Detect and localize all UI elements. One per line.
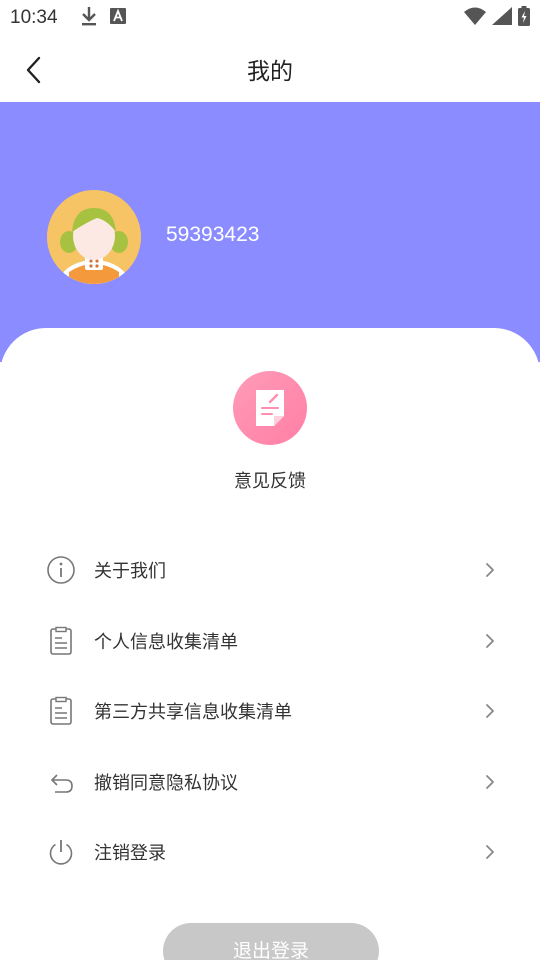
menu-item-label: 注销登录: [94, 843, 166, 865]
avatar[interactable]: [47, 190, 141, 284]
chevron-right-icon: [486, 704, 494, 719]
undo-icon: [46, 767, 76, 797]
settings-menu: 关于我们 个人信息收集清单 第三方共享信息收集清单 撤销同意隐私协议 注销登录: [0, 535, 540, 888]
profile-header: 59393423: [0, 102, 540, 362]
page-title: 我的: [247, 59, 293, 85]
menu-item-label: 第三方共享信息收集清单: [94, 702, 292, 724]
status-notification-icons: [80, 6, 126, 30]
content-card: 意见反馈 关于我们 个人信息收集清单 第三方共享信息收集清单 撤销同意隐私协议 …: [0, 328, 540, 960]
chevron-right-icon: [486, 774, 494, 789]
chevron-right-icon: [486, 633, 494, 648]
menu-item-deregister[interactable]: 注销登录: [0, 817, 540, 888]
document-list-icon: [46, 696, 76, 726]
chevron-right-icon: [486, 563, 494, 578]
app-bar: 我的: [0, 36, 540, 102]
menu-item-label: 撤销同意隐私协议: [94, 772, 238, 794]
menu-item-revoke-privacy-consent[interactable]: 撤销同意隐私协议: [0, 747, 540, 818]
feedback-document-icon: [256, 390, 284, 426]
feedback-entry[interactable]: 意见反馈: [0, 371, 540, 493]
wifi-icon: [464, 7, 486, 29]
status-bar: 10:34: [0, 0, 540, 36]
status-system-icons: [464, 6, 530, 30]
power-icon: [46, 837, 76, 867]
menu-item-personal-info-list[interactable]: 个人信息收集清单: [0, 606, 540, 677]
menu-item-third-party-info-list[interactable]: 第三方共享信息收集清单: [0, 676, 540, 747]
menu-item-label: 关于我们: [94, 561, 166, 583]
menu-item-about-us[interactable]: 关于我们: [0, 535, 540, 606]
feedback-button[interactable]: [233, 371, 307, 445]
girl-avatar-icon: [47, 190, 141, 284]
feedback-label: 意见反馈: [234, 471, 306, 492]
battery-charging-icon: [518, 6, 530, 30]
menu-item-label: 个人信息收集清单: [94, 631, 238, 653]
cellular-signal-icon: [492, 7, 512, 29]
logout-button[interactable]: 退出登录: [163, 923, 379, 960]
text-a-icon: [109, 8, 126, 28]
chevron-right-icon: [486, 845, 494, 860]
status-time: 10:34: [10, 7, 58, 28]
document-list-icon: [46, 626, 76, 656]
user-id: 59393423: [166, 223, 260, 246]
info-icon: [46, 555, 76, 585]
download-icon: [80, 6, 98, 30]
